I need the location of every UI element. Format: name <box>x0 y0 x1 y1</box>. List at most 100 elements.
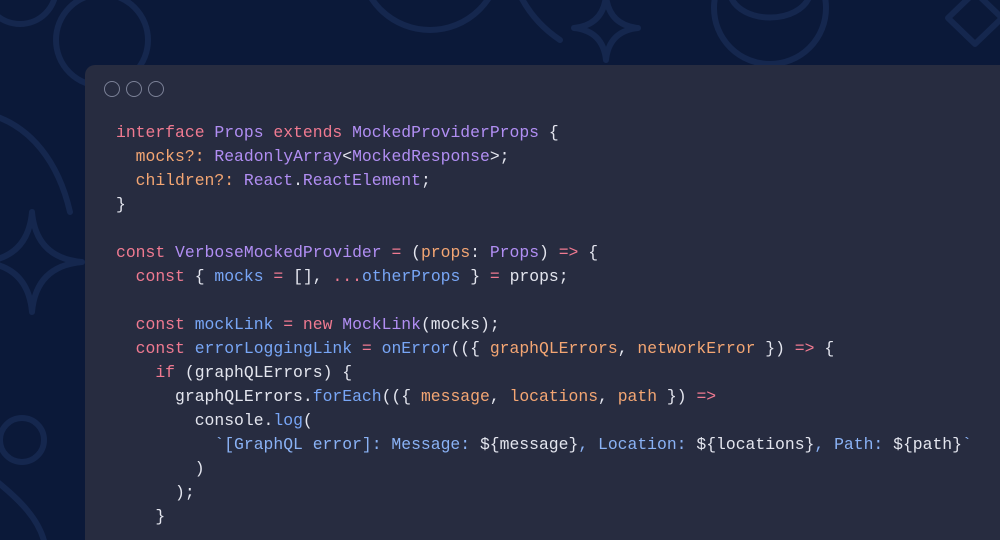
window-control-close[interactable] <box>104 81 120 97</box>
code-keyword: = <box>361 339 382 358</box>
code-type: Props <box>489 243 540 262</box>
code-punctuation: props; <box>509 267 569 286</box>
code-property: children?: <box>116 171 244 190</box>
code-punctuation: console. <box>116 411 274 430</box>
code-punctuation: (({ <box>450 339 490 358</box>
code-variable: mocks <box>214 267 274 286</box>
code-keyword: = <box>273 267 294 286</box>
code-punctuation: } <box>116 507 166 526</box>
code-punctuation: : <box>470 243 490 262</box>
code-punctuation: , <box>617 339 638 358</box>
code-type: React <box>243 171 294 190</box>
code-line: const VerboseMockedProvider = (props: Pr… <box>116 241 972 265</box>
code-type: ReactElement <box>302 171 421 190</box>
code-keyword: = <box>391 243 412 262</box>
code-string: , Location: <box>578 435 697 454</box>
code-property: locations <box>509 387 599 406</box>
code-punctuation: (({ <box>381 387 421 406</box>
code-type: MockedProviderProps <box>352 123 549 142</box>
code-keyword: const <box>116 315 195 334</box>
code-punctuation: [], <box>293 267 333 286</box>
code-punctuation: }) <box>755 339 795 358</box>
code-line: ); <box>116 481 972 505</box>
code-string: ` <box>961 435 972 454</box>
code-line: graphQLErrors.forEach(({ message, locati… <box>116 385 972 409</box>
code-punctuation: { <box>824 339 835 358</box>
code-line: `[GraphQL error]: Message: ${message}, L… <box>116 433 972 457</box>
code-line: interface Props extends MockedProviderPr… <box>116 121 972 145</box>
sparkle-shape <box>0 209 85 315</box>
code-punctuation: { <box>548 123 559 142</box>
code-type: VerboseMockedProvider <box>175 243 392 262</box>
code-punctuation: ) <box>539 243 559 262</box>
window-control-minimize[interactable] <box>126 81 142 97</box>
code-property: props <box>420 243 471 262</box>
code-punctuation: >; <box>489 147 510 166</box>
code-string: , Path: <box>814 435 894 454</box>
code-line: const { mocks = [], ...otherProps } = pr… <box>116 265 972 289</box>
code-punctuation: { <box>194 267 215 286</box>
code-type: MockLink <box>342 315 421 334</box>
curve-shape <box>729 0 811 21</box>
code-variable: otherProps <box>361 267 471 286</box>
code-punctuation: } <box>470 267 490 286</box>
code-punctuation: ${message} <box>479 435 579 454</box>
code-string: `[GraphQL error]: Message: <box>116 435 480 454</box>
code-keyword: extends <box>273 123 353 142</box>
curve-shape <box>519 0 563 43</box>
code-punctuation: } <box>116 195 126 214</box>
code-variable: errorLoggingLink <box>194 339 362 358</box>
code-keyword: interface <box>116 123 215 142</box>
code-punctuation: ; <box>420 171 431 190</box>
code-property: mocks?: <box>116 147 215 166</box>
code-punctuation: , <box>598 387 618 406</box>
code-line: const mockLink = new MockLink(mocks); <box>116 313 972 337</box>
curve-shape <box>0 114 73 215</box>
code-keyword: const <box>116 243 176 262</box>
code-punctuation: < <box>342 147 353 166</box>
code-punctuation: graphQLErrors. <box>116 387 313 406</box>
code-keyword: if <box>116 363 185 382</box>
code-type: Props <box>214 123 274 142</box>
code-keyword: = <box>489 267 510 286</box>
code-keyword: => <box>794 339 825 358</box>
window-control-maximize[interactable] <box>148 81 164 97</box>
code-line: ) <box>116 457 972 481</box>
code-punctuation: ( <box>302 411 313 430</box>
ring-shape <box>711 0 829 67</box>
code-punctuation: }) <box>657 387 697 406</box>
code-type: ReadonlyArray <box>214 147 343 166</box>
code-keyword: = new <box>283 315 343 334</box>
code-line: children?: React.ReactElement; <box>116 169 972 193</box>
code-punctuation: ) <box>116 459 205 478</box>
ring-shape <box>0 0 58 27</box>
curve-shape <box>0 480 47 540</box>
code-type: MockedResponse <box>352 147 490 166</box>
ring-shape <box>0 415 47 465</box>
code-punctuation: , <box>489 387 510 406</box>
code-property: graphQLErrors <box>489 339 618 358</box>
code-punctuation: ); <box>116 483 195 502</box>
code-punctuation: ${locations} <box>696 435 815 454</box>
code-property: path <box>617 387 658 406</box>
code-keyword: const <box>116 339 195 358</box>
code-line: console.log( <box>116 409 972 433</box>
code-variable: mockLink <box>194 315 284 334</box>
code-block: interface Props extends MockedProviderPr… <box>116 121 972 529</box>
code-keyword: ... <box>332 267 362 286</box>
code-keyword: const <box>116 267 195 286</box>
code-line: if (graphQLErrors) { <box>116 361 972 385</box>
diamond-shape <box>945 0 1000 47</box>
ring-shape <box>368 0 492 33</box>
code-property: message <box>420 387 490 406</box>
code-keyword: => <box>696 387 717 406</box>
code-variable: forEach <box>312 387 382 406</box>
code-line: } <box>116 193 972 217</box>
code-line: const errorLoggingLink = onError(({ grap… <box>116 337 972 361</box>
code-property: networkError <box>637 339 756 358</box>
sparkle-shape <box>571 0 641 63</box>
code-variable: onError <box>381 339 451 358</box>
code-punctuation: ${path} <box>893 435 962 454</box>
page: { "theme": { "page_background": "#0b1939… <box>0 0 1000 540</box>
